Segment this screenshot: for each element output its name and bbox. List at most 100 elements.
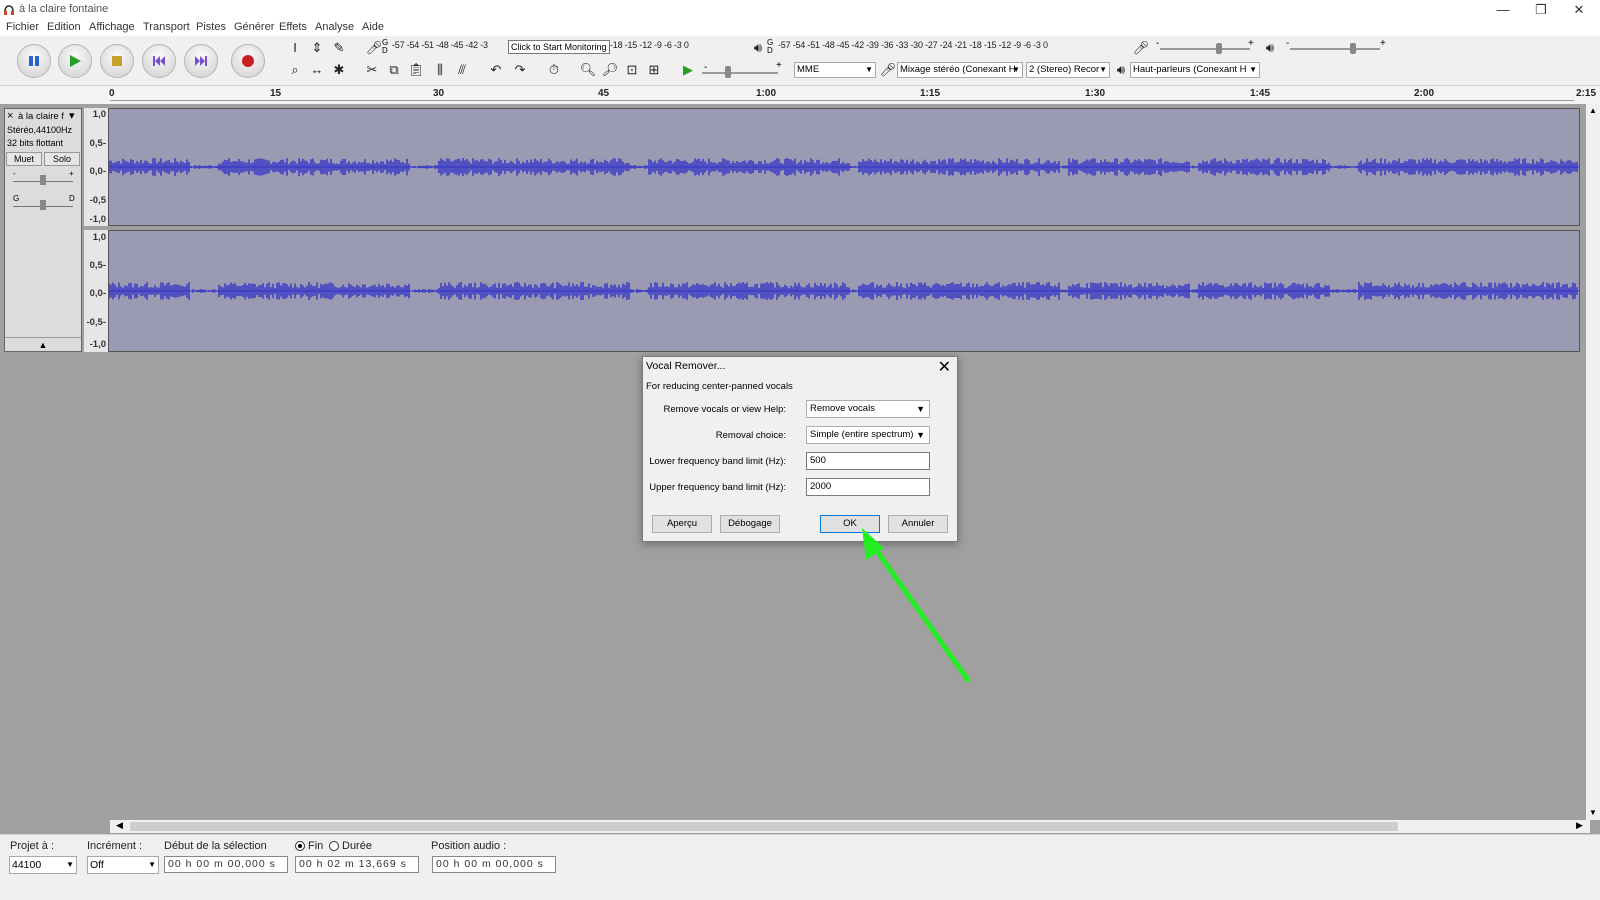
- draw-tool-icon[interactable]: ✎: [329, 38, 349, 58]
- menu-analyse[interactable]: Analyse: [315, 21, 354, 33]
- track-name[interactable]: à la claire f: [18, 111, 70, 122]
- menu-aide[interactable]: Aide: [362, 21, 384, 33]
- pause-button[interactable]: [17, 44, 51, 78]
- audio-position-field[interactable]: 00 h 00 m 00,000 s: [432, 856, 556, 873]
- horizontal-scroll-thumb[interactable]: [130, 822, 1398, 831]
- trim-cut-icon[interactable]: ✂: [362, 60, 382, 80]
- monitor-tooltip[interactable]: Click to Start Monitoring: [508, 40, 610, 54]
- waveform-right-svg: [108, 282, 1579, 300]
- record-icon: [232, 45, 264, 77]
- scroll-right-icon[interactable]: ▶: [1576, 820, 1583, 831]
- removal-choice-select[interactable]: Simple (entire spectrum) ▼: [806, 426, 930, 444]
- speaker-volume-slider[interactable]: [1290, 48, 1380, 50]
- scroll-up-icon[interactable]: ▲: [1589, 106, 1597, 115]
- menu-generer[interactable]: Générer: [234, 21, 274, 33]
- audio-host-select[interactable]: MME ▼: [794, 62, 876, 78]
- playback-device-select[interactable]: Haut-parleurs (Conexant H ▼: [1130, 62, 1260, 78]
- undo-icon[interactable]: ↶: [486, 60, 506, 80]
- ruler-label: 2:15: [1576, 88, 1597, 99]
- waveform-channel-left[interactable]: [108, 108, 1580, 226]
- selection-end-field[interactable]: 00 h 02 m 13,669 s: [295, 856, 419, 873]
- scroll-left-icon[interactable]: ◀: [116, 820, 123, 831]
- play-at-speed-icon[interactable]: ▶: [678, 60, 698, 80]
- menu-pistes[interactable]: Pistes: [196, 21, 226, 33]
- fit-selection-icon[interactable]: ⊡: [622, 60, 642, 80]
- collapse-track-button[interactable]: ▲: [5, 337, 81, 351]
- track-close-button[interactable]: ×: [7, 110, 13, 122]
- record-button[interactable]: [231, 44, 265, 78]
- solo-button[interactable]: Solo: [44, 152, 80, 166]
- lower-band-input[interactable]: 500: [806, 452, 930, 470]
- trim-audio-icon[interactable]: ⫼: [430, 60, 450, 80]
- ruler-label: 45: [598, 88, 610, 99]
- menu-affichage[interactable]: Affichage: [89, 21, 135, 33]
- zoom-tool-icon[interactable]: ⌕: [285, 60, 305, 80]
- end-radio-label[interactable]: Fin: [308, 840, 323, 852]
- speaker-volume-icon: 🔊︎: [1265, 40, 1275, 55]
- menu-effets[interactable]: Effets: [279, 21, 307, 33]
- snap-label: Incrément :: [87, 840, 143, 852]
- remove-vocals-select[interactable]: Remove vocals ▼: [806, 400, 930, 418]
- chevron-down-icon: ▼: [148, 860, 156, 869]
- preview-button[interactable]: Aperçu: [652, 515, 712, 533]
- debug-button[interactable]: Débogage: [720, 515, 780, 533]
- channel1-y-axis: 1,0 0,5- 0,0- -0,5 -1,0: [84, 108, 108, 226]
- timeshift-tool-icon[interactable]: ↔: [307, 60, 327, 80]
- mic-gain-slider[interactable]: [1160, 48, 1250, 50]
- scroll-down-icon[interactable]: ▼: [1589, 808, 1597, 817]
- menu-transport[interactable]: Transport: [143, 21, 190, 33]
- ruler-label: 1:45: [1250, 88, 1271, 99]
- lower-band-value: 500: [810, 455, 826, 466]
- play-speed-slider[interactable]: [702, 72, 778, 74]
- playback-meter-speaker-icon[interactable]: 🔊︎: [748, 38, 768, 58]
- end-radio-dot: [298, 844, 302, 848]
- play-button[interactable]: [58, 44, 92, 78]
- length-radio-label[interactable]: Durée: [342, 840, 372, 852]
- snap-select[interactable]: Off ▼: [87, 856, 159, 874]
- gain-thumb[interactable]: [40, 175, 46, 185]
- chevron-down-icon: ▼: [66, 860, 74, 869]
- pan-thumb[interactable]: [40, 200, 46, 210]
- zoom-in-icon[interactable]: 🔍︎: [578, 60, 598, 80]
- copy-icon[interactable]: ⧉: [384, 60, 404, 80]
- paste-icon[interactable]: 📋︎: [406, 60, 426, 80]
- recording-device-select[interactable]: Mixage stéréo (Conexant H ▼: [897, 62, 1023, 78]
- menu-fichier[interactable]: Fichier: [6, 21, 39, 33]
- envelope-tool-icon[interactable]: ⇕: [307, 38, 327, 58]
- timeline-ruler[interactable]: 0 15 30 45 1:00 1:15 1:30 1:45 2:00 2:15: [0, 86, 1600, 104]
- end-radio[interactable]: [295, 841, 305, 851]
- speaker-volume-thumb[interactable]: [1350, 43, 1356, 54]
- close-window-button[interactable]: ✕: [1556, 0, 1600, 20]
- project-rate-select[interactable]: 44100 ▼: [9, 856, 77, 874]
- dialog-description: For reducing center-panned vocals: [646, 381, 793, 392]
- mute-button[interactable]: Muet: [6, 152, 42, 166]
- skip-start-button[interactable]: [142, 44, 176, 78]
- selection-tool-icon[interactable]: I: [285, 38, 305, 58]
- mic-gain-thumb[interactable]: [1216, 43, 1222, 54]
- fit-project-icon[interactable]: ⊞: [644, 60, 664, 80]
- track-control-panel: × à la claire f ▾ Stéréo,44100Hz 32 bits…: [4, 108, 82, 352]
- skip-start-icon: [143, 45, 175, 77]
- stop-button[interactable]: [100, 44, 134, 78]
- audacity-icon: [4, 5, 14, 15]
- length-radio[interactable]: [329, 841, 339, 851]
- dialog-close-icon[interactable]: ✕: [938, 357, 951, 377]
- zoom-out-icon[interactable]: 🔎︎: [600, 60, 620, 80]
- multi-tool-icon[interactable]: ✱: [329, 60, 349, 80]
- playback-device-value: Haut-parleurs (Conexant H: [1133, 64, 1247, 75]
- record-meter-mic-icon[interactable]: 🎤︎: [364, 38, 384, 58]
- menu-edition[interactable]: Edition: [47, 21, 81, 33]
- upper-band-input[interactable]: 2000: [806, 478, 930, 496]
- sync-lock-icon[interactable]: ⏱: [544, 60, 564, 80]
- horizontal-scrollbar[interactable]: ◀ ▶: [110, 820, 1590, 833]
- redo-icon[interactable]: ↷: [510, 60, 530, 80]
- waveform-channel-right[interactable]: [108, 230, 1580, 352]
- play-speed-plus: +: [776, 60, 782, 71]
- recording-channels-select[interactable]: 2 (Stereo) Recor ▼: [1026, 62, 1110, 78]
- skip-end-button[interactable]: [184, 44, 218, 78]
- track-menu-icon[interactable]: ▾: [69, 109, 75, 122]
- play-speed-thumb[interactable]: [725, 66, 731, 78]
- selection-start-field[interactable]: 00 h 00 m 00,000 s: [164, 856, 288, 873]
- vertical-scrollbar[interactable]: ▲ ▼: [1586, 104, 1600, 820]
- silence-audio-icon[interactable]: ⫻: [452, 60, 472, 80]
